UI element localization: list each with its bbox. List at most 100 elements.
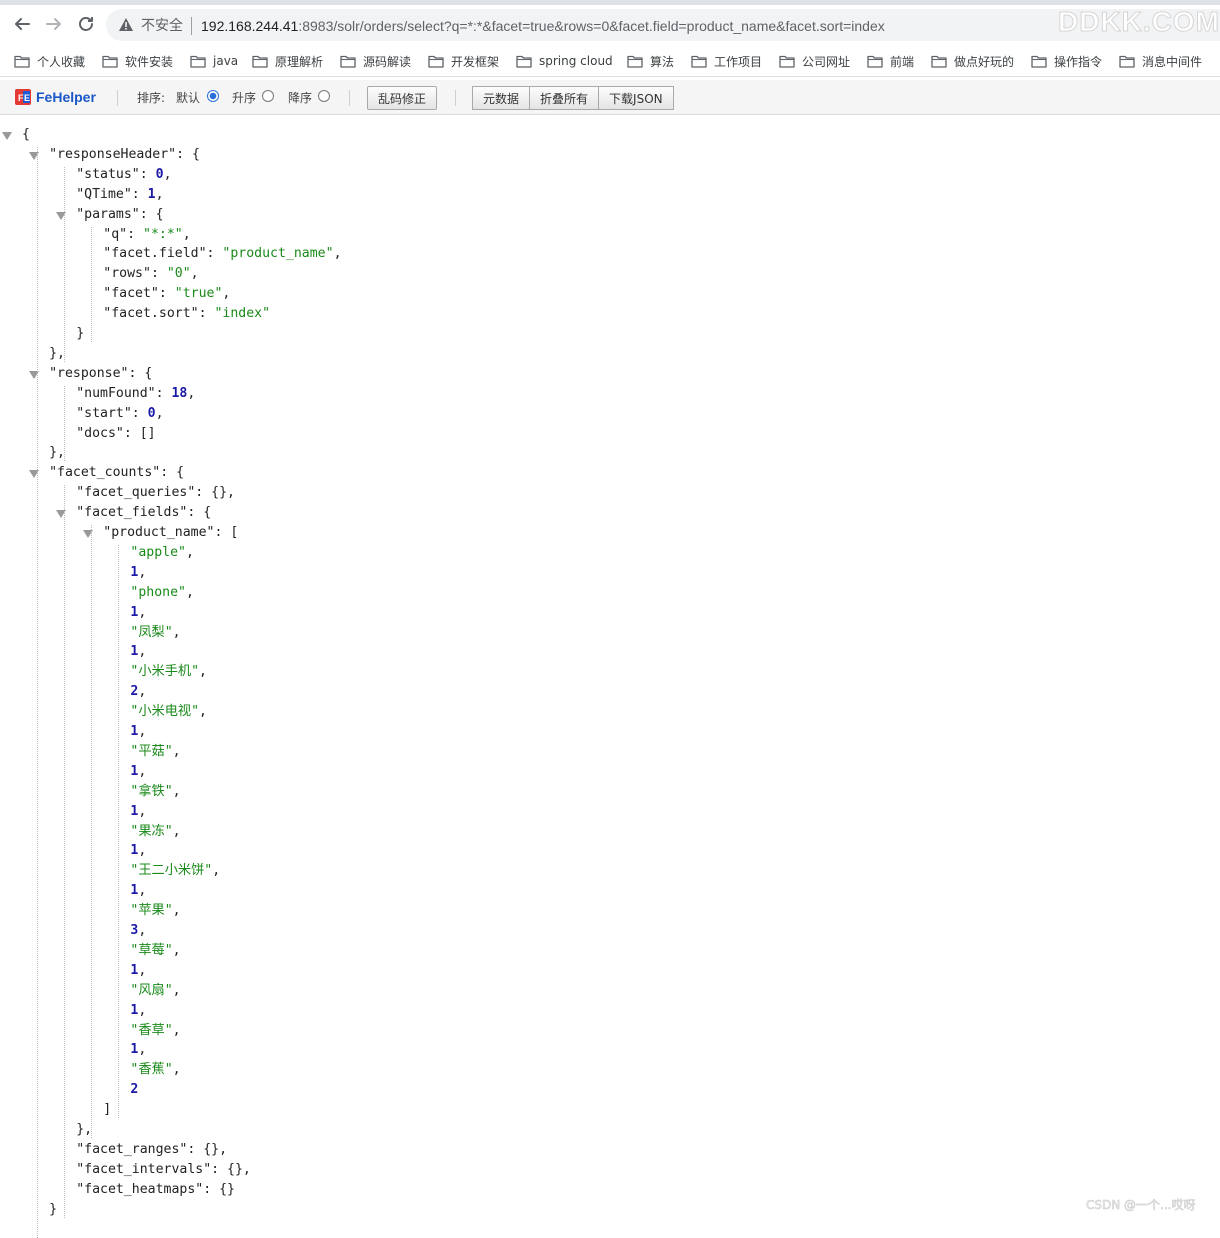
toolbar-divider xyxy=(117,90,118,106)
reload-button[interactable] xyxy=(75,13,97,35)
json-number: 1 xyxy=(130,724,139,739)
json-line: 1, xyxy=(130,604,147,620)
bookmark-folder[interactable]: 算法 xyxy=(627,53,674,69)
json-number: 2 xyxy=(130,1082,139,1098)
forward-arrow-icon xyxy=(46,18,61,30)
json-line: "香蕉", xyxy=(130,1062,181,1078)
json-line: "facet.field": "product_name", xyxy=(103,246,342,262)
json-line: "拿铁", xyxy=(130,783,181,799)
insecure-label[interactable]: 不安全 xyxy=(141,17,183,35)
folder-icon xyxy=(252,55,268,68)
json-line: "凤梨", xyxy=(130,624,181,640)
fehelper-button-group: 元数据 折叠所有 下载JSON xyxy=(472,86,674,110)
toolbar-divider xyxy=(455,90,456,106)
download-json-button[interactable]: 下载JSON xyxy=(598,86,674,110)
sort-default-radio[interactable] xyxy=(207,90,219,102)
bookmark-label: 操作指令 xyxy=(1054,54,1103,69)
folder-icon xyxy=(190,55,206,68)
collapse-all-button[interactable]: 折叠所有 xyxy=(529,86,600,110)
json-line: "status": 0, xyxy=(76,166,172,182)
sort-asc-label: 升序 xyxy=(232,91,257,105)
forward-button[interactable] xyxy=(43,13,65,35)
bookmark-folder[interactable]: 工作项目 xyxy=(691,53,762,69)
json-line: }, xyxy=(49,445,65,461)
json-line: "facet_fields": { xyxy=(76,505,212,521)
raw-data-button[interactable]: 元数据 xyxy=(472,86,531,110)
json-string: "苹果" xyxy=(130,903,173,919)
json-number: 1 xyxy=(130,1042,139,1058)
json-key: "QTime" xyxy=(76,186,132,202)
indent-guide xyxy=(91,525,93,1138)
url-text[interactable]: 192.168.244.41:8983/solr/orders/select?q… xyxy=(201,17,885,35)
json-number: 1 xyxy=(130,962,139,978)
json-line: "风扇", xyxy=(130,982,181,998)
json-line: "apple", xyxy=(130,544,194,560)
folder-icon xyxy=(516,55,532,68)
bookmark-label: 工作项目 xyxy=(714,54,763,69)
fix-encoding-button[interactable]: 乱码修正 xyxy=(367,86,437,110)
json-line: 1, xyxy=(130,883,147,899)
bookmark-folder[interactable]: 个人收藏 xyxy=(14,53,85,69)
json-string: "拿铁" xyxy=(130,783,173,799)
json-line: "facet": "true", xyxy=(103,286,231,302)
folder-icon xyxy=(1031,55,1047,68)
sort-asc-radio[interactable] xyxy=(262,90,274,102)
json-string: "凤梨" xyxy=(130,624,173,640)
json-key: "facet" xyxy=(103,286,159,302)
folder-icon xyxy=(14,55,30,68)
folder-icon xyxy=(340,55,356,68)
json-line: "facet_intervals": {}, xyxy=(76,1161,251,1177)
json-string: "true" xyxy=(174,286,223,302)
bookmark-folder[interactable]: 开发框架 xyxy=(428,53,499,69)
bookmark-folder[interactable]: 公司网址 xyxy=(779,53,850,69)
bookmark-folder[interactable]: spring cloud xyxy=(516,53,613,69)
bookmark-folder[interactable]: 做点好玩的 xyxy=(931,53,1014,69)
json-line: 2, xyxy=(130,684,147,700)
bookmark-folder[interactable]: 软件安装 xyxy=(102,53,173,69)
json-line: "小米手机", xyxy=(130,664,207,680)
browser-toolbar: 不安全 192.168.244.41:8983/solr/orders/sele… xyxy=(0,0,1220,46)
json-number: 0 xyxy=(155,166,164,182)
json-line: 1, xyxy=(130,1042,147,1058)
json-key: "facet_fields" xyxy=(76,505,188,521)
json-line: "王二小米饼", xyxy=(130,863,221,879)
collapse-toggle-icon[interactable] xyxy=(2,132,12,140)
folder-icon xyxy=(627,55,643,68)
json-line: 2 xyxy=(130,1080,138,1100)
json-viewer: {"responseHeader": {"status": 0, "QTime":… xyxy=(0,115,1220,1238)
json-line: "香草", xyxy=(130,1022,181,1038)
json-string: "小米电视" xyxy=(130,704,200,720)
json-string: "果冻" xyxy=(130,823,173,839)
warning-icon[interactable] xyxy=(118,17,134,32)
json-line: "params": { xyxy=(76,206,164,222)
json-line: 1, xyxy=(130,843,147,859)
json-line: "facet_queries": {}, xyxy=(76,485,235,501)
bookmark-label: 算法 xyxy=(650,54,675,69)
json-line: "平菇", xyxy=(130,743,181,759)
sort-desc-radio[interactable] xyxy=(318,90,330,102)
json-key: "facet_ranges" xyxy=(76,1141,188,1157)
json-line: "小米电视", xyxy=(130,704,207,720)
json-key: "facet.sort" xyxy=(103,306,199,322)
bookmark-folder[interactable]: java xyxy=(190,53,238,69)
json-string: "草莓" xyxy=(130,942,173,958)
bookmark-folder[interactable]: 源码解读 xyxy=(340,53,411,69)
json-string: "0" xyxy=(166,266,191,282)
bookmark-folder[interactable]: 前端 xyxy=(867,53,914,69)
back-button[interactable] xyxy=(11,13,33,35)
bookmark-folder[interactable]: 消息中间件 xyxy=(1119,53,1202,69)
folder-icon xyxy=(931,55,947,68)
json-line: "facet_ranges": {}, xyxy=(76,1141,228,1157)
json-line: "facet_heatmaps": {} xyxy=(76,1181,235,1197)
json-number: 1 xyxy=(130,803,139,819)
json-line: ] xyxy=(103,1102,112,1118)
json-line: "response": { xyxy=(49,365,153,381)
json-key: "facet_heatmaps" xyxy=(76,1181,204,1197)
bookmark-folder[interactable]: 原理解析 xyxy=(252,53,323,69)
json-number: 1 xyxy=(130,1002,139,1018)
json-key: "numFound" xyxy=(76,385,156,401)
url-host: 192.168.244.41 xyxy=(201,18,299,34)
indent-guide xyxy=(91,226,93,342)
tab-strip xyxy=(0,0,1220,5)
bookmark-folder[interactable]: 操作指令 xyxy=(1031,53,1102,69)
